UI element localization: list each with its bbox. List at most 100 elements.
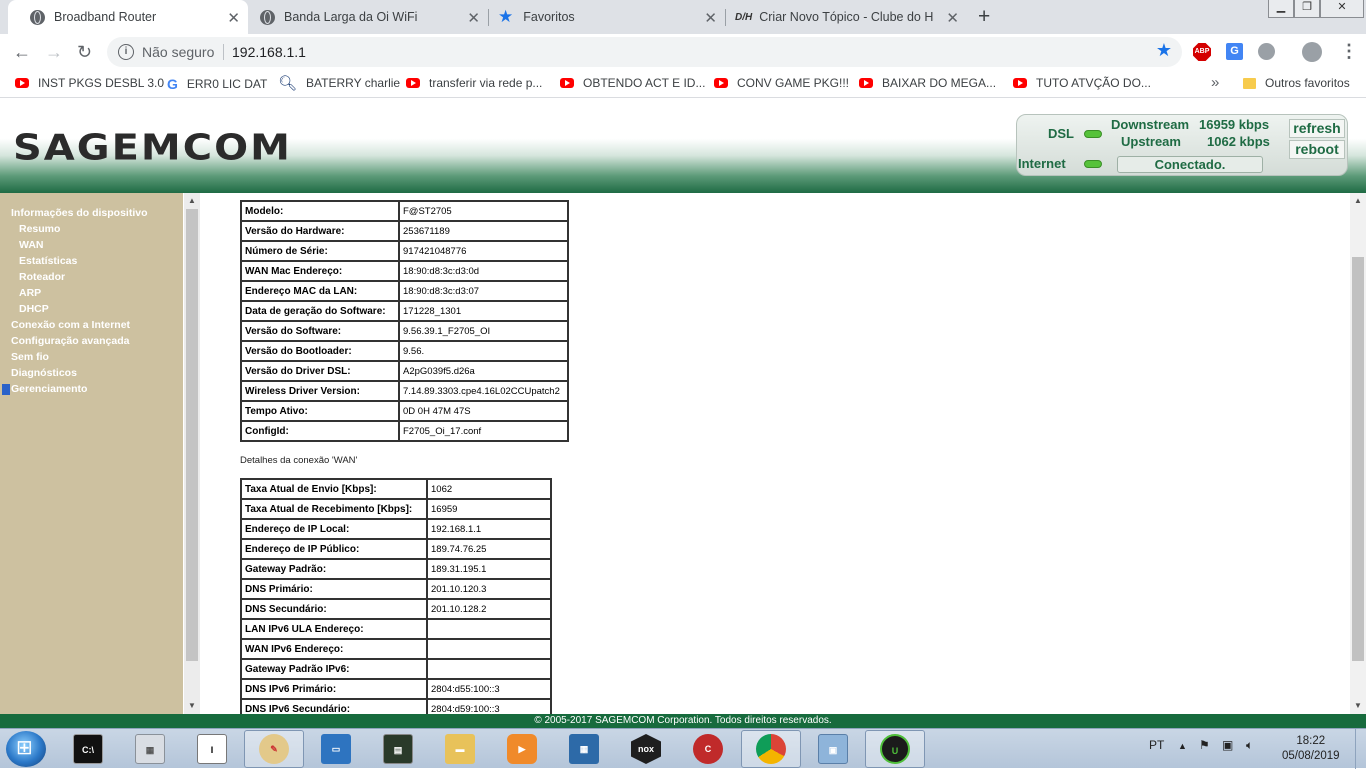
clock[interactable]: 18:22 05/08/2019 (1282, 734, 1340, 764)
tab-title: Banda Larga da Oi WiFi (284, 10, 418, 24)
close-icon[interactable]: ✕ (227, 9, 240, 27)
store-icon[interactable]: ▦ (569, 734, 599, 764)
more-bookmarks-button[interactable]: » (1211, 74, 1219, 91)
sagemcom-logo: SAGEMCOM (13, 127, 292, 169)
bookmark-item[interactable]: CONV GAME PKG!!! (714, 76, 849, 90)
menu-arp[interactable]: ARP (19, 287, 41, 299)
other-bookmarks-folder[interactable]: Outros favoritos (1243, 76, 1350, 90)
dh-icon: D/H (735, 11, 753, 23)
tab-title: Criar Novo Tópico - Clube do Ha (759, 10, 935, 24)
youtube-icon (714, 78, 728, 88)
field-value: 171228_1301 (398, 300, 569, 322)
address-bar[interactable]: i Não seguro 192.168.1.1 ★ (107, 37, 1182, 67)
menu-scrollbar[interactable]: ▲ ▼ (184, 193, 200, 714)
table-row: Versão do Driver DSL: A2pG039f5.d26a (240, 360, 569, 382)
bookmark-item[interactable]: 🔍︎ BATERRY charlie (278, 74, 400, 92)
menu-config-avancada[interactable]: Configuração avançada (11, 335, 129, 347)
back-button[interactable]: ← (13, 42, 31, 63)
menu-wan[interactable]: WAN (19, 239, 44, 251)
refresh-button[interactable]: refresh (1289, 119, 1345, 138)
cmd-icon[interactable]: C:\ (73, 734, 103, 764)
bookmark-item[interactable]: OBTENDO ACT E ID... (560, 76, 705, 90)
control-panel-icon[interactable]: ▣ (818, 734, 848, 764)
flag-icon[interactable]: ⚑ (1199, 738, 1210, 752)
field-label: Taxa Atual de Recebimento [Kbps]: (240, 498, 428, 520)
volume-icon[interactable]: 🔈︎ (1246, 738, 1253, 753)
iobit-icon[interactable]: U (880, 734, 910, 764)
close-icon[interactable]: ✕ (946, 9, 959, 27)
router-header: SAGEMCOM DSL Internet Downstream 16959 k… (0, 99, 1366, 193)
field-value: 201.10.128.2 (426, 598, 552, 620)
menu-estatisticas[interactable]: Estatísticas (19, 255, 77, 267)
downstream-label: Downstream (1111, 117, 1190, 132)
bookmark-star-icon[interactable]: ★ (1156, 40, 1172, 61)
bookmark-item[interactable]: BAIXAR DO MEGA... (859, 76, 996, 90)
page-scrollbar[interactable]: ▲ ▼ (1350, 193, 1366, 714)
close-icon[interactable]: ✕ (467, 9, 480, 27)
bookmark-item[interactable]: INST PKGS DESBL 3.0 (15, 76, 164, 90)
scrollbar-thumb[interactable] (186, 209, 198, 661)
field-value: F2705_Oi_17.conf (398, 420, 569, 442)
info-icon[interactable]: i (118, 44, 134, 60)
calculator-icon[interactable]: ▦ (135, 734, 165, 764)
field-value: 7.14.89.3303.cpe4.16L02CCUpatch2 (398, 380, 569, 402)
ccleaner-icon[interactable]: C (693, 734, 723, 764)
scrollbar-thumb[interactable] (1352, 257, 1364, 661)
notepad-icon[interactable]: I (197, 734, 227, 764)
url-text[interactable]: 192.168.1.1 (232, 44, 306, 60)
bookmark-item[interactable]: transferir via rede p... (406, 76, 542, 90)
internet-led-icon (1084, 160, 1102, 168)
reboot-button[interactable]: reboot (1289, 140, 1345, 159)
close-icon[interactable]: ✕ (704, 9, 717, 27)
menu-diagnosticos[interactable]: Diagnósticos (11, 367, 77, 379)
table-row: WAN IPv6 Endereço: (240, 638, 552, 660)
menu-device-info[interactable]: Informações do dispositivo (11, 207, 148, 219)
menu-roteador[interactable]: Roteador (19, 271, 65, 283)
remote-desktop-icon[interactable]: ▭ (321, 734, 351, 764)
explorer-icon[interactable]: ▬ (445, 734, 475, 764)
extension-globe-icon[interactable] (1258, 43, 1275, 60)
start-button[interactable] (6, 731, 46, 767)
translate-icon[interactable]: G (1226, 43, 1243, 60)
language-indicator[interactable]: PT (1149, 738, 1164, 752)
field-value: 189.31.195.1 (426, 558, 552, 580)
tab-banda-larga[interactable]: Banda Larga da Oi WiFi ✕ (248, 0, 488, 34)
bookmark-item[interactable]: G ERR0 LIC DAT (167, 76, 267, 92)
menu-sem-fio[interactable]: Sem fio (11, 351, 49, 363)
youtube-icon (406, 78, 420, 88)
tab-clube-hardware[interactable]: D/H Criar Novo Tópico - Clube do Ha ✕ (725, 0, 967, 34)
menu-gerenciamento[interactable]: Gerenciamento (11, 383, 87, 395)
field-value: 9.56.39.1_F2705_OI (398, 320, 569, 342)
nox-icon[interactable]: nox (631, 734, 661, 764)
globe-icon (260, 9, 275, 25)
task-manager-icon[interactable]: ▤ (383, 734, 413, 764)
security-label: Não seguro (142, 44, 215, 60)
menu-resumo[interactable]: Resumo (19, 223, 60, 235)
close-window-button[interactable]: ✕ (1320, 0, 1364, 18)
media-player-icon[interactable]: ▶ (507, 734, 537, 764)
minimize-button[interactable]: ▁ (1268, 0, 1294, 18)
tab-title: Broadband Router (54, 10, 157, 24)
table-row: WAN Mac Endereço: 18:90:d8:3c:d3:0d (240, 260, 569, 282)
network-icon[interactable]: ▣ (1222, 738, 1233, 752)
menu-conexao-internet[interactable]: Conexão com a Internet (11, 319, 130, 331)
tab-broadband-router[interactable]: Broadband Router ✕ (8, 0, 248, 34)
field-label: ConfigId: (240, 420, 400, 442)
tray-expand-icon[interactable]: ▲ (1178, 741, 1187, 751)
new-tab-button[interactable]: + (978, 5, 990, 29)
chrome-icon[interactable] (756, 734, 786, 764)
profile-avatar[interactable] (1302, 42, 1322, 62)
paint-icon[interactable]: ✎ (259, 734, 289, 764)
maximize-button[interactable]: ❐ (1294, 0, 1320, 18)
menu-dots-icon[interactable]: ⋮ (1340, 41, 1358, 62)
field-value (426, 658, 552, 680)
reload-button[interactable]: ↻ (77, 42, 92, 63)
tab-favoritos[interactable]: ★ Favoritos ✕ (488, 0, 725, 34)
menu-dhcp[interactable]: DHCP (19, 303, 49, 315)
forward-button[interactable]: → (45, 42, 63, 63)
field-label: Versão do Software: (240, 320, 400, 342)
bookmark-item[interactable]: TUTO ATVÇÃO DO... (1013, 76, 1151, 90)
table-row: Endereço de IP Público: 189.74.76.25 (240, 538, 552, 560)
show-desktop-button[interactable] (1355, 729, 1366, 769)
field-value: 253671189 (398, 220, 569, 242)
